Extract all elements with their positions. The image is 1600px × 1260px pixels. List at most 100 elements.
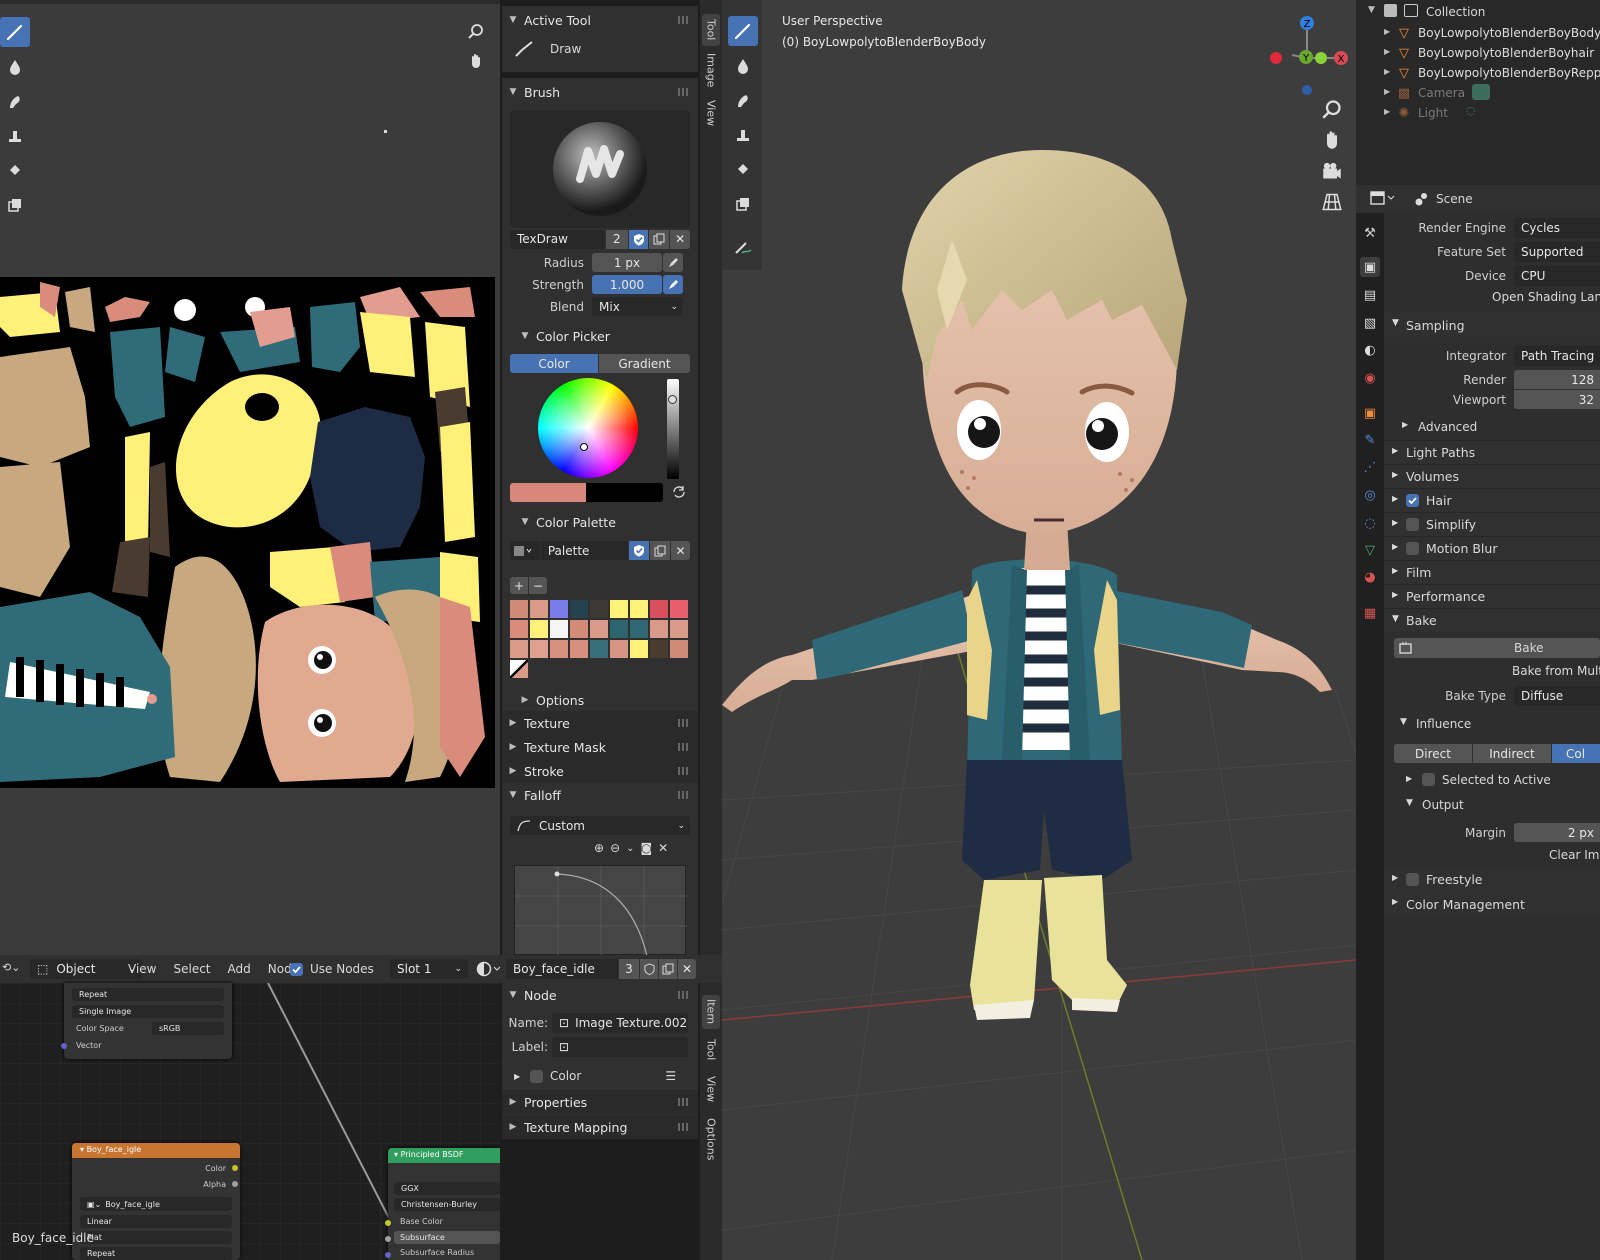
brush-users-count[interactable]: 2 xyxy=(605,229,628,249)
base-color-socket[interactable] xyxy=(385,1220,391,1226)
mask-tool-button[interactable] xyxy=(0,190,30,220)
image-texture-node[interactable]: ▾ Boy_face_igle Color Alpha ▣⌄ Boy_face_… xyxy=(72,1143,240,1260)
palette-swatch[interactable] xyxy=(550,640,568,658)
palette-swatch[interactable] xyxy=(610,620,628,638)
palette-swatch[interactable] xyxy=(530,620,548,638)
drag-grip-icon[interactable] xyxy=(678,791,690,799)
drag-grip-icon[interactable] xyxy=(678,991,690,999)
outliner-item-label[interactable]: BoyLowpolytoBlenderBoyBody xyxy=(1418,26,1600,40)
node-color-checkbox[interactable] xyxy=(530,1069,543,1083)
palette-name-field[interactable]: Palette xyxy=(540,541,629,560)
current-color-swatch[interactable] xyxy=(510,483,663,502)
tab-tool[interactable]: Tool xyxy=(702,14,720,46)
palette-swatch[interactable] xyxy=(570,640,588,658)
soften-tool-button[interactable] xyxy=(0,52,30,82)
editor-type-icon[interactable] xyxy=(1370,191,1396,205)
selected-to-active-checkbox[interactable] xyxy=(1422,773,1435,786)
use-nodes-checkbox[interactable] xyxy=(290,962,303,976)
drag-grip-icon[interactable] xyxy=(678,743,690,751)
modifier-icon[interactable]: ✎ xyxy=(1360,430,1380,450)
freestyle-header[interactable]: ▶ Freestyle xyxy=(1384,868,1600,892)
options-header[interactable]: ▶ Options xyxy=(502,688,698,712)
zoom-in-icon[interactable]: ⊕ xyxy=(594,841,604,855)
image-texture-node-top[interactable]: Repeat Single Image Color Space sRGB Vec… xyxy=(61,983,232,1059)
palette-swatch[interactable] xyxy=(590,620,608,638)
physics-icon[interactable]: ◎ xyxy=(1360,485,1380,505)
image-editor[interactable] xyxy=(0,0,500,955)
subsurface-field[interactable]: Subsurface xyxy=(394,1231,500,1244)
texture-icon[interactable]: ▦ xyxy=(1360,603,1380,623)
tab-node-tool[interactable]: Tool xyxy=(702,1035,720,1065)
material-unlink-button[interactable]: ✕ xyxy=(678,959,696,979)
motion-blur-header[interactable]: ▶ Motion Blur xyxy=(1384,536,1600,560)
palette-swatch[interactable] xyxy=(510,640,528,658)
menu-add[interactable]: Add xyxy=(228,962,251,976)
film-header[interactable]: ▶ Film xyxy=(1384,560,1600,584)
radius-pressure-button[interactable] xyxy=(663,253,683,272)
osl-checkbox[interactable]: Open Shading Langua xyxy=(1492,290,1600,304)
camera-data-icon[interactable] xyxy=(1472,84,1490,100)
principled-bsdf-node[interactable]: ▾ Principled BSDF GGX Christensen-Burley… xyxy=(388,1148,500,1260)
object-type-dropdown[interactable]: ⬚ Object ⌄ xyxy=(30,959,142,979)
material-fake-user-button[interactable] xyxy=(640,959,658,979)
distribution-dropdown[interactable]: GGX xyxy=(394,1182,500,1195)
palette-fake-user-button[interactable] xyxy=(629,541,650,560)
strength-field[interactable]: 1.000 xyxy=(592,275,662,294)
color-tab[interactable]: Color xyxy=(510,354,598,373)
node-canvas[interactable]: Repeat Single Image Color Space sRGB Vec… xyxy=(0,983,500,1260)
strength-pressure-button[interactable] xyxy=(663,275,683,294)
palette-swatch[interactable] xyxy=(670,620,688,638)
brush-name-field[interactable]: TexDraw xyxy=(510,229,605,249)
render-engine-dropdown[interactable]: Cycles xyxy=(1514,218,1600,238)
hair-header[interactable]: ▶ Hair xyxy=(1384,488,1600,512)
color-palette-header[interactable]: ▼ Color Palette xyxy=(502,510,698,534)
scene-icon[interactable]: ◐ xyxy=(1360,340,1380,360)
simplify-checkbox[interactable] xyxy=(1406,518,1419,531)
drag-grip-icon[interactable] xyxy=(678,88,690,96)
menu-view[interactable]: View xyxy=(128,962,156,976)
editor-type-dropdown[interactable]: ⟲⌄ xyxy=(2,961,20,974)
performance-header[interactable]: ▶ Performance xyxy=(1384,584,1600,608)
draw-tool-button[interactable] xyxy=(0,17,30,47)
vp-annotate-tool[interactable] xyxy=(728,232,758,262)
volumes-header[interactable]: ▶ Volumes xyxy=(1384,464,1600,488)
extension-dropdown[interactable]: Repeat xyxy=(72,988,224,1001)
value-slider-handle[interactable] xyxy=(668,395,677,404)
palette-swatch[interactable] xyxy=(630,620,648,638)
palette-swatch[interactable] xyxy=(510,600,528,618)
output-header[interactable]: ▼ Output xyxy=(1400,794,1600,816)
palette-swatch[interactable] xyxy=(550,620,568,638)
vp-camera-button[interactable] xyxy=(1322,161,1342,181)
vector-socket[interactable] xyxy=(61,1043,67,1049)
outliner-item-label[interactable]: BoyLowpolytoBlenderBoyhair xyxy=(1418,46,1594,60)
bake-header[interactable]: ▼ Bake xyxy=(1384,608,1600,632)
palette-swatch[interactable] xyxy=(530,600,548,618)
brush-header[interactable]: ▼ Brush xyxy=(502,80,698,104)
color-picker-header[interactable]: ▼ Color Picker xyxy=(502,324,698,348)
outliner-expand-icon[interactable]: ▶ xyxy=(1384,47,1390,56)
palette-remove-button[interactable]: − xyxy=(529,577,547,594)
tab-item[interactable]: Item xyxy=(702,995,720,1029)
sampling-header[interactable]: ▼ Sampling xyxy=(1384,313,1600,337)
tab-options[interactable]: Options xyxy=(702,1113,720,1165)
palette-swatch[interactable] xyxy=(570,620,588,638)
vp-mask-tool[interactable] xyxy=(728,189,758,219)
palette-swatch[interactable] xyxy=(670,640,688,658)
texture-header[interactable]: ▶ Texture xyxy=(502,711,698,735)
use-nodes-toggle[interactable]: Use Nodes xyxy=(290,962,374,976)
clone-tool-button[interactable] xyxy=(0,121,30,151)
subsurface-radius-socket[interactable] xyxy=(385,1252,391,1258)
unlink-brush-button[interactable]: ✕ xyxy=(670,229,690,249)
drag-grip-icon[interactable] xyxy=(678,1123,690,1131)
motion-blur-checkbox[interactable] xyxy=(1406,542,1419,555)
color-toggle[interactable]: Col xyxy=(1552,744,1600,763)
tool-settings-icon[interactable]: ⚒ xyxy=(1360,223,1380,243)
indirect-toggle[interactable]: Indirect xyxy=(1473,744,1551,763)
outliner-item-label[interactable]: BoyLowpolytoBlenderBoyReppu xyxy=(1418,66,1600,80)
palette-swatch[interactable] xyxy=(630,640,648,658)
drag-grip-icon[interactable] xyxy=(678,16,690,24)
zoom-button[interactable] xyxy=(463,18,489,44)
vp-smear-tool[interactable] xyxy=(728,86,758,116)
brush-preview[interactable] xyxy=(510,110,690,228)
bake-button[interactable]: Bake xyxy=(1394,638,1600,658)
